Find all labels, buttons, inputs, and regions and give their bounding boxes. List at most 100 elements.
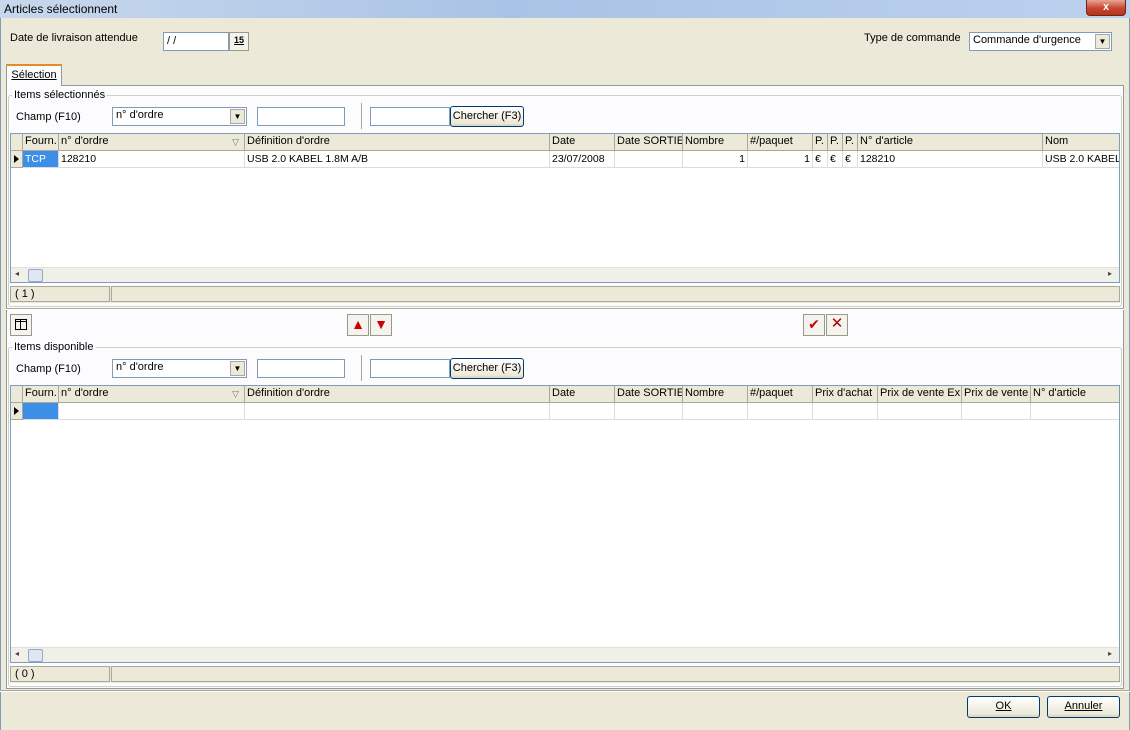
column-header[interactable]: N° d'article [1031,386,1119,403]
current-row-icon [14,407,19,415]
column-header[interactable]: Fourn. [23,134,59,151]
cancel-button[interactable]: Annuler [1047,696,1120,718]
column-header[interactable]: Date SORTIE [615,386,683,403]
scroll-right-icon[interactable]: ▸ [1108,269,1112,278]
grid-corner [11,386,23,403]
column-header[interactable]: Définition d'ordre [245,386,550,403]
available-items-title: Items disponible [12,341,96,353]
table-cell[interactable] [23,403,59,420]
column-header[interactable]: Date [550,386,615,403]
available-items-grid[interactable]: Fourn. n° d'ordre ▽ Définition d'ordre Da… [10,385,1120,663]
selected-field-select[interactable]: n° d'ordre ▼ [112,107,247,126]
sort-triangle-icon: ▽ [232,137,239,147]
column-header[interactable]: n° d'ordre ▽ [59,386,245,403]
separator [6,308,1124,310]
column-header[interactable]: Nom [1043,134,1119,151]
column-header[interactable]: Fourn. [23,386,59,403]
ok-button[interactable]: OK [967,696,1040,718]
scroll-thumb[interactable] [28,269,43,282]
column-header[interactable]: #/paquet [748,134,813,151]
available-filter-input[interactable] [257,359,345,378]
ok-button-label: OK [995,700,1012,712]
selected-items-grid[interactable]: Fourn. n° d'ordre ▽ Définition d'ordre Da… [10,133,1120,283]
order-type-value: Commande d'urgence [973,34,1081,46]
move-up-button[interactable]: ▲ [347,314,369,336]
move-down-button[interactable]: ▼ [370,314,392,336]
table-cell[interactable]: € [843,151,858,168]
columns-button[interactable] [10,314,32,336]
available-field-select[interactable]: n° d'ordre ▼ [112,359,247,378]
arrow-up-icon: ▲ [351,316,365,332]
scroll-right-icon[interactable]: ▸ [1108,649,1112,658]
table-cell[interactable] [878,403,962,420]
calendar-icon: 15 [233,35,244,45]
column-header[interactable]: P. [828,134,843,151]
column-header[interactable]: N° d'article [858,134,1043,151]
column-header[interactable]: P. [843,134,858,151]
table-cell[interactable] [962,403,1031,420]
chevron-down-icon[interactable]: ▼ [230,361,245,376]
column-header[interactable]: Prix d'achat [813,386,878,403]
selected-search-input[interactable] [370,107,450,126]
table-cell[interactable]: USB 2.0 KABEL 1.8M A/B [245,151,550,168]
remove-button[interactable]: ✕ [826,314,848,336]
available-search-button[interactable]: Chercher (F3) [450,358,524,379]
table-cell[interactable] [59,403,245,420]
table-cell[interactable]: 23/07/2008 [550,151,615,168]
table-cell[interactable] [245,403,550,420]
table-cell[interactable]: € [828,151,843,168]
check-icon: ✔ [808,316,820,332]
chevron-down-icon[interactable]: ▼ [230,109,245,124]
table-cell[interactable]: 128210 [858,151,1043,168]
divider [361,103,362,129]
sort-triangle-icon: ▽ [232,389,239,399]
scroll-left-icon[interactable]: ◂ [15,269,19,278]
row-indicator[interactable] [11,151,23,168]
order-type-select[interactable]: Commande d'urgence ▼ [969,32,1112,51]
table-cell[interactable]: TCP [23,151,59,168]
selected-field-value: n° d'ordre [116,109,164,121]
column-header[interactable]: Prix de vente Ex [878,386,962,403]
row-indicator[interactable] [11,403,23,420]
status-panel [111,286,1120,302]
confirm-button[interactable]: ✔ [803,314,825,336]
selected-search-button[interactable]: Chercher (F3) [450,106,524,127]
column-header[interactable]: Date [550,134,615,151]
column-header[interactable]: Prix de vente [962,386,1031,403]
horizontal-scrollbar[interactable]: ◂ ▸ [11,647,1119,662]
footer-separator [0,690,1130,692]
table-cell[interactable] [615,151,683,168]
available-search-input[interactable] [370,359,450,378]
column-header[interactable]: Définition d'ordre [245,134,550,151]
table-cell[interactable] [813,403,878,420]
delivery-date-input[interactable]: / / [163,32,229,51]
column-header[interactable]: Date SORTIE [615,134,683,151]
scroll-left-icon[interactable]: ◂ [15,649,19,658]
table-cell[interactable]: USB 2.0 KABEL [1043,151,1119,168]
chevron-down-icon[interactable]: ▼ [1095,34,1110,49]
table-cell[interactable] [748,403,813,420]
column-header[interactable]: n° d'ordre ▽ [59,134,245,151]
tab-selection[interactable]: Sélection [6,64,62,86]
available-field-label: Champ (F10) [16,363,81,375]
table-cell[interactable]: € [813,151,828,168]
table-cell[interactable]: 1 [683,151,748,168]
table-cell[interactable]: 1 [748,151,813,168]
selected-status-bar: ( 1 ) [10,286,1120,303]
selected-filter-input[interactable] [257,107,345,126]
scroll-thumb[interactable] [28,649,43,662]
columns-icon [15,319,27,330]
column-header[interactable]: Nombre [683,386,748,403]
table-cell[interactable] [550,403,615,420]
column-header[interactable]: #/paquet [748,386,813,403]
horizontal-scrollbar[interactable]: ◂ ▸ [11,267,1119,282]
window-title: Articles sélectionnent [4,2,118,16]
close-button[interactable]: x [1086,0,1126,16]
table-cell[interactable]: 128210 [59,151,245,168]
table-cell[interactable] [1031,403,1119,420]
column-header[interactable]: P. [813,134,828,151]
calendar-button[interactable]: 15 [229,32,249,51]
table-cell[interactable] [683,403,748,420]
table-cell[interactable] [615,403,683,420]
column-header[interactable]: Nombre [683,134,748,151]
